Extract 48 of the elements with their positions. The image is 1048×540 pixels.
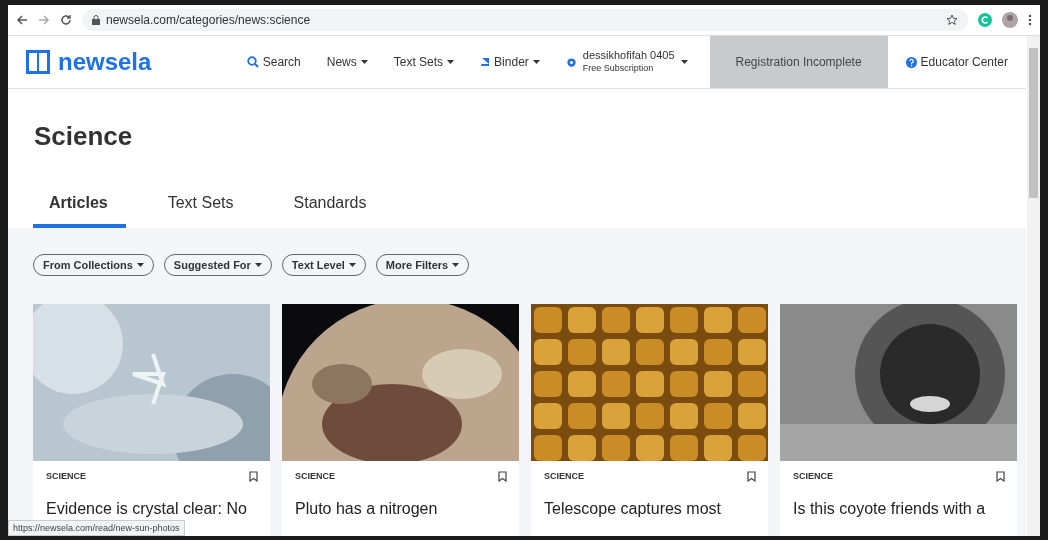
caret-icon bbox=[348, 263, 356, 267]
article-card[interactable]: SCIENCE Telescope captures most bbox=[531, 304, 768, 536]
menu-icon[interactable] bbox=[1028, 14, 1032, 26]
user-name: dessikhofifah 0405 bbox=[582, 49, 675, 62]
article-title[interactable]: Is this coyote friends with a bbox=[780, 482, 1017, 518]
category-label: SCIENCE bbox=[295, 471, 335, 482]
caret-icon bbox=[452, 263, 460, 267]
reload-icon[interactable] bbox=[60, 14, 72, 26]
logo-text[interactable]: newsela bbox=[58, 48, 152, 76]
bookmark-icon[interactable] bbox=[498, 471, 507, 482]
page-title: Science bbox=[34, 121, 134, 152]
educator-link[interactable]: Educator Center bbox=[905, 55, 1008, 69]
help-icon bbox=[905, 56, 917, 68]
avatar-icon[interactable] bbox=[1002, 12, 1018, 28]
article-title[interactable]: Pluto has a nitrogen bbox=[282, 482, 519, 518]
lock-icon bbox=[92, 15, 100, 25]
bookmark-icon[interactable] bbox=[249, 471, 258, 482]
category-label: SCIENCE bbox=[46, 471, 86, 482]
category-label: SCIENCE bbox=[793, 471, 833, 482]
article-title[interactable]: Evidence is crystal clear: No bbox=[33, 482, 270, 518]
article-card[interactable]: SCIENCE Is this coyote friends with a bbox=[780, 304, 1017, 536]
caret-icon bbox=[360, 60, 368, 64]
caret-icon bbox=[680, 60, 688, 64]
nav-menu[interactable]: News bbox=[326, 55, 368, 69]
caret-icon bbox=[447, 60, 455, 64]
caret-icon bbox=[254, 263, 262, 267]
scrollbar[interactable] bbox=[1027, 36, 1040, 536]
nav-menu[interactable]: Text Sets bbox=[393, 55, 455, 69]
category-label: SCIENCE bbox=[544, 471, 584, 482]
bookmark-icon[interactable] bbox=[747, 471, 756, 482]
url-text: newsela.com/categories/news:science bbox=[106, 13, 311, 27]
address-bar[interactable]: newsela.com/categories/news:science bbox=[82, 9, 968, 31]
subscription-label: Free Subscription bbox=[582, 62, 655, 75]
logo-icon bbox=[26, 50, 50, 74]
tab[interactable]: Standards bbox=[277, 194, 385, 228]
search-icon bbox=[246, 56, 259, 68]
star-icon[interactable] bbox=[946, 14, 958, 26]
registration-link[interactable]: Registration Incomplete bbox=[709, 36, 888, 88]
caret-icon bbox=[136, 263, 144, 267]
caret-icon bbox=[532, 60, 540, 64]
article-title[interactable]: Telescope captures most bbox=[531, 482, 768, 518]
back-icon[interactable] bbox=[16, 14, 28, 26]
bookmark-icon[interactable] bbox=[996, 471, 1005, 482]
nav-menu[interactable]: Binder bbox=[480, 55, 540, 69]
article-card[interactable]: SCIENCE Pluto has a nitrogen bbox=[282, 304, 519, 536]
tab[interactable]: Text Sets bbox=[151, 194, 252, 228]
gear-icon bbox=[565, 56, 577, 68]
search-link[interactable]: Search bbox=[246, 55, 301, 69]
